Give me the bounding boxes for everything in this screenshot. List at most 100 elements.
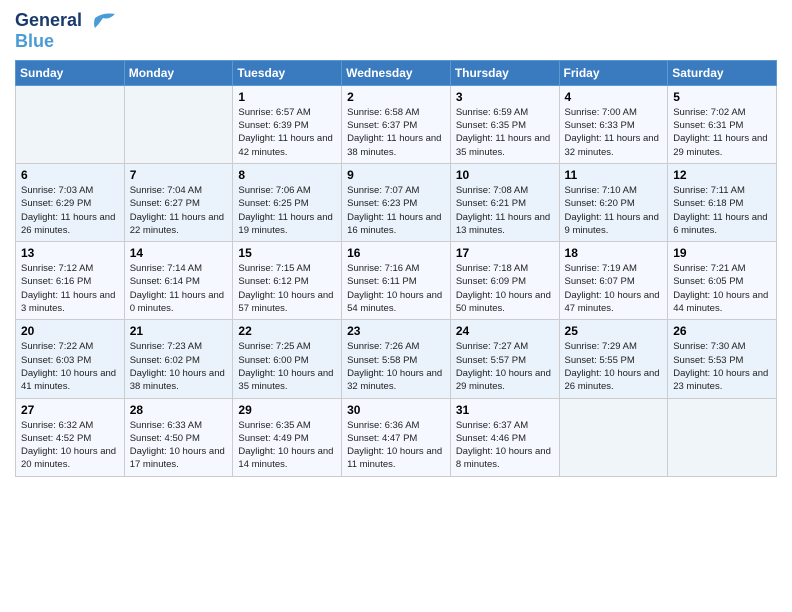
weekday-header-saturday: Saturday: [668, 60, 777, 85]
sunrise-text: Sunrise: 7:19 AM: [565, 262, 663, 275]
sunset-text: Sunset: 6:21 PM: [456, 197, 554, 210]
day-number: 29: [238, 403, 336, 417]
daylight-text: Daylight: 10 hours and 41 minutes.: [21, 367, 119, 394]
day-number: 5: [673, 90, 771, 104]
day-info: Sunrise: 7:19 AMSunset: 6:07 PMDaylight:…: [565, 262, 663, 315]
daylight-text: Daylight: 11 hours and 22 minutes.: [130, 211, 228, 238]
sunrise-text: Sunrise: 7:03 AM: [21, 184, 119, 197]
calendar-cell: 17 Sunrise: 7:18 AMSunset: 6:09 PMDayligh…: [450, 242, 559, 320]
calendar-cell: [124, 85, 233, 163]
sunrise-text: Sunrise: 6:58 AM: [347, 106, 445, 119]
day-number: 11: [565, 168, 663, 182]
daylight-text: Daylight: 11 hours and 19 minutes.: [238, 211, 336, 238]
daylight-text: Daylight: 10 hours and 54 minutes.: [347, 289, 445, 316]
sunrise-text: Sunrise: 7:11 AM: [673, 184, 771, 197]
day-number: 3: [456, 90, 554, 104]
calendar-cell: 26Sunrise: 7:30 AMSunset: 5:53 PMDayligh…: [668, 320, 777, 398]
calendar-week-1: 1Sunrise: 6:57 AMSunset: 6:39 PMDaylight…: [16, 85, 777, 163]
sunrise-text: Sunrise: 6:37 AM: [456, 419, 554, 432]
day-number: 30: [347, 403, 445, 417]
sunrise-text: Sunrise: 7:16 AM: [347, 262, 445, 275]
calendar-cell: 29Sunrise: 6:35 AMSunset: 4:49 PMDayligh…: [233, 398, 342, 476]
day-info: Sunrise: 7:16 AMSunset: 6:11 PMDaylight:…: [347, 262, 445, 315]
day-info: Sunrise: 7:30 AMSunset: 5:53 PMDaylight:…: [673, 340, 771, 393]
daylight-text: Daylight: 11 hours and 6 minutes.: [673, 211, 771, 238]
calendar-cell: 25Sunrise: 7:29 AMSunset: 5:55 PMDayligh…: [559, 320, 668, 398]
sunset-text: Sunset: 6:29 PM: [21, 197, 119, 210]
sunset-text: Sunset: 4:50 PM: [130, 432, 228, 445]
day-number: 18: [565, 246, 663, 260]
sunrise-text: Sunrise: 7:07 AM: [347, 184, 445, 197]
day-info: Sunrise: 7:07 AMSunset: 6:23 PMDaylight:…: [347, 184, 445, 237]
sunrise-text: Sunrise: 7:14 AM: [130, 262, 228, 275]
daylight-text: Daylight: 11 hours and 3 minutes.: [21, 289, 119, 316]
calendar-cell: 22Sunrise: 7:25 AMSunset: 6:00 PMDayligh…: [233, 320, 342, 398]
day-info: Sunrise: 7:12 AMSunset: 6:16 PMDaylight:…: [21, 262, 119, 315]
day-info: Sunrise: 7:15 AMSunset: 6:12 PMDaylight:…: [238, 262, 336, 315]
day-number: 6: [21, 168, 119, 182]
sunrise-text: Sunrise: 7:22 AM: [21, 340, 119, 353]
sunrise-text: Sunrise: 7:12 AM: [21, 262, 119, 275]
day-info: Sunrise: 6:32 AMSunset: 4:52 PMDaylight:…: [21, 419, 119, 472]
sunrise-text: Sunrise: 7:26 AM: [347, 340, 445, 353]
daylight-text: Daylight: 11 hours and 29 minutes.: [673, 132, 771, 159]
weekday-header-wednesday: Wednesday: [342, 60, 451, 85]
daylight-text: Daylight: 10 hours and 44 minutes.: [673, 289, 771, 316]
daylight-text: Daylight: 11 hours and 0 minutes.: [130, 289, 228, 316]
sunset-text: Sunset: 6:02 PM: [130, 354, 228, 367]
day-info: Sunrise: 7:25 AMSunset: 6:00 PMDaylight:…: [238, 340, 336, 393]
daylight-text: Daylight: 11 hours and 16 minutes.: [347, 211, 445, 238]
calendar-cell: 12Sunrise: 7:11 AMSunset: 6:18 PMDayligh…: [668, 163, 777, 241]
sunrise-text: Sunrise: 6:59 AM: [456, 106, 554, 119]
day-number: 14: [130, 246, 228, 260]
sunrise-text: Sunrise: 7:06 AM: [238, 184, 336, 197]
sunset-text: Sunset: 6:23 PM: [347, 197, 445, 210]
calendar-week-2: 6Sunrise: 7:03 AMSunset: 6:29 PMDaylight…: [16, 163, 777, 241]
daylight-text: Daylight: 11 hours and 35 minutes.: [456, 132, 554, 159]
sunset-text: Sunset: 4:49 PM: [238, 432, 336, 445]
calendar-cell: 16Sunrise: 7:16 AMSunset: 6:11 PMDayligh…: [342, 242, 451, 320]
calendar-cell: 1Sunrise: 6:57 AMSunset: 6:39 PMDaylight…: [233, 85, 342, 163]
sunset-text: Sunset: 6:20 PM: [565, 197, 663, 210]
page-container: General Blue SundayMondayTuesdayWednesda…: [0, 0, 792, 487]
daylight-text: Daylight: 10 hours and 57 minutes.: [238, 289, 336, 316]
header: General Blue: [15, 10, 777, 52]
calendar-cell: 2Sunrise: 6:58 AMSunset: 6:37 PMDaylight…: [342, 85, 451, 163]
sunrise-text: Sunrise: 7:02 AM: [673, 106, 771, 119]
sunrise-text: Sunrise: 6:36 AM: [347, 419, 445, 432]
calendar-cell: [668, 398, 777, 476]
logo-blue: Blue: [15, 32, 117, 52]
sunrise-text: Sunrise: 7:23 AM: [130, 340, 228, 353]
sunrise-text: Sunrise: 6:57 AM: [238, 106, 336, 119]
day-number: 4: [565, 90, 663, 104]
day-number: 17: [456, 246, 554, 260]
logo-text: General: [15, 10, 117, 32]
sunset-text: Sunset: 5:58 PM: [347, 354, 445, 367]
day-info: Sunrise: 7:14 AMSunset: 6:14 PMDaylight:…: [130, 262, 228, 315]
day-info: Sunrise: 7:26 AMSunset: 5:58 PMDaylight:…: [347, 340, 445, 393]
calendar-cell: 14 Sunrise: 7:14 AMSunset: 6:14 PMDayligh…: [124, 242, 233, 320]
sunrise-text: Sunrise: 7:18 AM: [456, 262, 554, 275]
day-info: Sunrise: 7:02 AMSunset: 6:31 PMDaylight:…: [673, 106, 771, 159]
calendar-cell: 13Sunrise: 7:12 AMSunset: 6:16 PMDayligh…: [16, 242, 125, 320]
sunset-text: Sunset: 6:12 PM: [238, 275, 336, 288]
sunset-text: Sunset: 6:09 PM: [456, 275, 554, 288]
sunset-text: Sunset: 6:37 PM: [347, 119, 445, 132]
sunset-text: Sunset: 4:52 PM: [21, 432, 119, 445]
day-number: 10: [456, 168, 554, 182]
sunset-text: Sunset: 6:27 PM: [130, 197, 228, 210]
sunset-text: Sunset: 6:25 PM: [238, 197, 336, 210]
weekday-header-thursday: Thursday: [450, 60, 559, 85]
logo: General Blue: [15, 10, 117, 52]
sunrise-text: Sunrise: 7:00 AM: [565, 106, 663, 119]
sunrise-text: Sunrise: 7:08 AM: [456, 184, 554, 197]
day-info: Sunrise: 7:03 AMSunset: 6:29 PMDaylight:…: [21, 184, 119, 237]
day-number: 1: [238, 90, 336, 104]
day-info: Sunrise: 7:18 AMSunset: 6:09 PMDaylight:…: [456, 262, 554, 315]
day-number: 9: [347, 168, 445, 182]
calendar-cell: 20Sunrise: 7:22 AMSunset: 6:03 PMDayligh…: [16, 320, 125, 398]
daylight-text: Daylight: 10 hours and 35 minutes.: [238, 367, 336, 394]
calendar-table: SundayMondayTuesdayWednesdayThursdayFrid…: [15, 60, 777, 477]
day-number: 25: [565, 324, 663, 338]
day-info: Sunrise: 7:23 AMSunset: 6:02 PMDaylight:…: [130, 340, 228, 393]
